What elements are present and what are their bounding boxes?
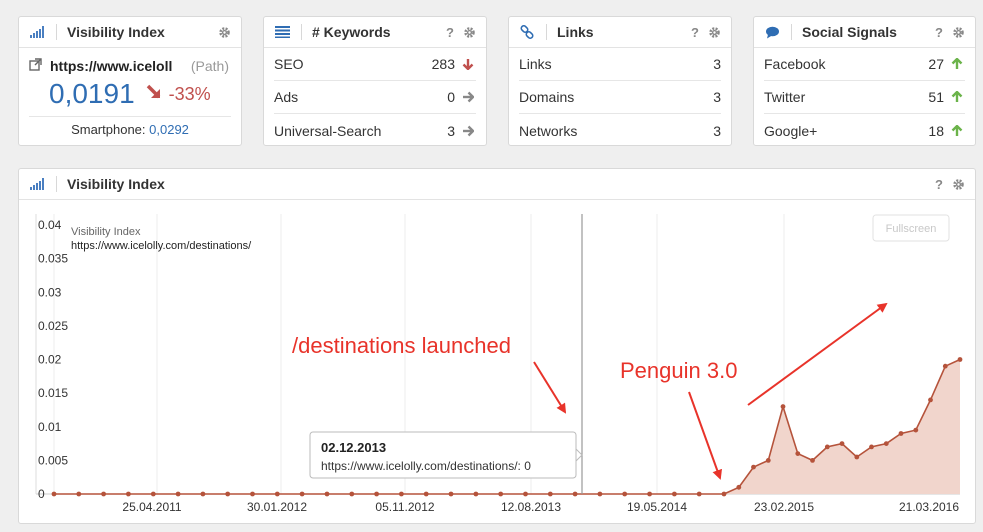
domain-line: https://www.iceloll (Path) bbox=[29, 58, 229, 74]
divider bbox=[56, 24, 57, 40]
row-label: Domains bbox=[519, 89, 575, 105]
signal-bars-icon bbox=[29, 176, 45, 192]
visibility-index-card: Visibility Index https://www.iceloll (Pa… bbox=[18, 16, 242, 146]
gear-icon[interactable] bbox=[950, 176, 966, 192]
card-header: Links ? bbox=[509, 17, 731, 48]
visibility-value: 0,0191 bbox=[49, 78, 135, 109]
card-header: Visibility Index bbox=[19, 17, 241, 48]
gear-icon[interactable] bbox=[950, 24, 966, 40]
row-label: Facebook bbox=[764, 56, 826, 72]
arrow-up-icon bbox=[949, 91, 965, 103]
arrow-up-icon bbox=[949, 124, 965, 137]
card-title: Social Signals bbox=[802, 24, 897, 40]
domain-url[interactable]: https://www.iceloll bbox=[50, 58, 191, 74]
divider bbox=[56, 176, 57, 192]
keywords-card: # Keywords ? SEO 283 Ads 0 Universal-Sea… bbox=[263, 16, 487, 146]
card-header: # Keywords ? bbox=[264, 17, 486, 48]
panel-title: Visibility Index bbox=[67, 176, 165, 192]
row-value: 3 bbox=[447, 122, 455, 139]
row-label: Networks bbox=[519, 122, 578, 139]
external-link-icon[interactable] bbox=[29, 58, 42, 74]
help-icon[interactable]: ? bbox=[684, 25, 706, 40]
keywords-rows: SEO 283 Ads 0 Universal-Search 3 bbox=[264, 48, 486, 147]
row-label: Links bbox=[519, 56, 552, 72]
social-row-twitter[interactable]: Twitter 51 bbox=[764, 81, 965, 114]
social-rows: Facebook 27 Twitter 51 Google+ 18 bbox=[754, 48, 975, 147]
links-row-links[interactable]: Links 3 bbox=[519, 48, 721, 81]
gear-icon[interactable] bbox=[216, 24, 232, 40]
row-value: 18 bbox=[928, 122, 944, 139]
arrow-right-icon bbox=[460, 91, 476, 103]
visibility-change: -33% bbox=[168, 83, 211, 104]
gear-icon[interactable] bbox=[706, 24, 722, 40]
row-value: 27 bbox=[928, 56, 944, 72]
link-icon bbox=[519, 24, 535, 40]
links-rows: Links 3 Domains 3 Networks 3 bbox=[509, 48, 731, 147]
row-label: Google+ bbox=[764, 122, 818, 139]
help-icon[interactable]: ? bbox=[928, 25, 950, 40]
speech-bubble-icon bbox=[764, 24, 780, 40]
row-value: 283 bbox=[431, 56, 455, 72]
help-icon[interactable]: ? bbox=[439, 25, 461, 40]
links-row-networks[interactable]: Networks 3 bbox=[519, 114, 721, 147]
card-title: # Keywords bbox=[312, 24, 391, 40]
divider bbox=[791, 24, 792, 40]
row-label: SEO bbox=[274, 56, 304, 72]
keyword-row-seo[interactable]: SEO 283 bbox=[274, 48, 476, 81]
row-label: Twitter bbox=[764, 89, 806, 105]
row-value: 3 bbox=[713, 122, 721, 139]
card-title: Visibility Index bbox=[67, 24, 165, 40]
social-row-facebook[interactable]: Facebook 27 bbox=[764, 48, 965, 81]
social-signals-card: Social Signals ? Facebook 27 Twitter 51 … bbox=[753, 16, 976, 146]
row-value: 51 bbox=[928, 89, 944, 105]
smartphone-line: Smartphone: 0,0292 bbox=[29, 116, 231, 137]
row-value: 3 bbox=[713, 56, 721, 72]
row-label: Ads bbox=[274, 89, 299, 105]
help-icon[interactable]: ? bbox=[928, 177, 950, 192]
keyword-row-universal-search[interactable]: Universal-Search 3 bbox=[274, 114, 476, 147]
arrow-down-icon bbox=[460, 58, 476, 70]
visibility-value-row: 0,0191 -33% bbox=[49, 78, 241, 110]
card-header: Social Signals ? bbox=[754, 17, 975, 48]
links-row-domains[interactable]: Domains 3 bbox=[519, 81, 721, 114]
smartphone-value: 0,0292 bbox=[149, 122, 189, 137]
path-label: (Path) bbox=[190, 58, 229, 74]
links-card: Links ? Links 3 Domains 3 Networks 3 bbox=[508, 16, 732, 146]
arrow-right-icon bbox=[460, 125, 476, 137]
smartphone-label: Smartphone: bbox=[71, 122, 146, 137]
keyword-row-ads[interactable]: Ads 0 bbox=[274, 81, 476, 114]
trend-down-icon bbox=[145, 83, 163, 106]
gear-icon[interactable] bbox=[461, 24, 477, 40]
arrow-up-icon bbox=[949, 58, 965, 70]
card-title: Links bbox=[557, 24, 594, 40]
signal-bars-icon bbox=[29, 24, 45, 40]
list-icon bbox=[274, 24, 290, 40]
divider bbox=[301, 24, 302, 40]
divider bbox=[546, 24, 547, 40]
social-row-google-plus[interactable]: Google+ 18 bbox=[764, 114, 965, 147]
row-value: 3 bbox=[713, 89, 721, 105]
visibility-chart-panel: Visibility Index ? bbox=[18, 168, 976, 524]
row-value: 0 bbox=[447, 89, 455, 105]
row-label: Universal-Search bbox=[274, 122, 382, 139]
panel-header: Visibility Index ? bbox=[19, 169, 975, 200]
